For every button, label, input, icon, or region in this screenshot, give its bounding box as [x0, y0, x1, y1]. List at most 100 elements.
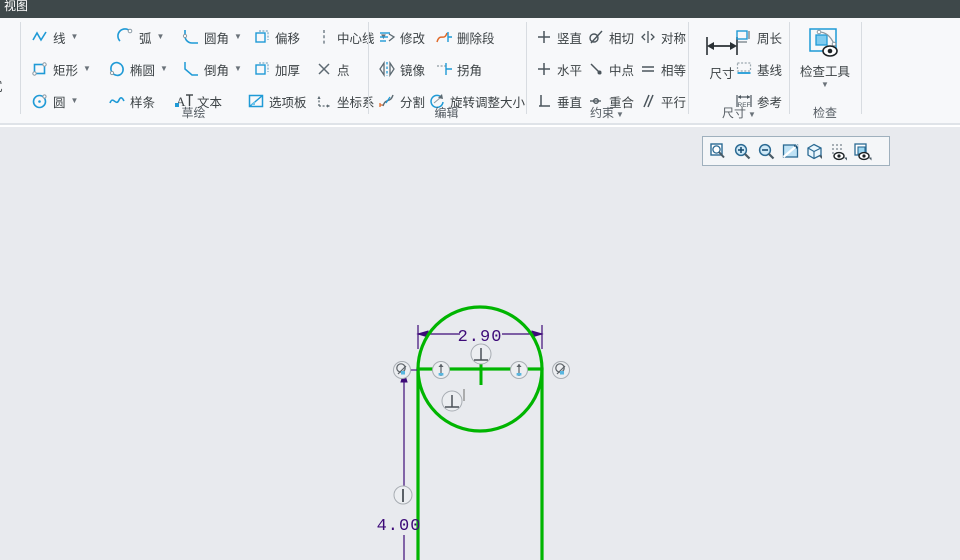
graphics-canvas[interactable]: 2.90 4.00 — [0, 127, 960, 560]
chevron-down-icon[interactable]: ▼ — [157, 27, 165, 47]
zoom-box-icon[interactable] — [706, 139, 730, 163]
constraint-midpoint-b — [510, 361, 528, 379]
tool-label: 偏移 — [275, 31, 301, 46]
width-dimension-text[interactable]: 2.90 — [458, 328, 503, 347]
height-dimension-text[interactable]: 4.00 — [377, 517, 422, 536]
tool-label: 水平 — [557, 63, 583, 78]
tool-label: 点 — [337, 63, 350, 78]
constraint-midpoint[interactable]: 中点 — [583, 56, 637, 82]
chevron-down-icon[interactable]: ▼ — [794, 80, 856, 90]
group-divider — [861, 22, 862, 114]
tool-perimeter[interactable]: 周长 — [731, 24, 785, 50]
horizontal-icon — [534, 59, 554, 79]
tool-line[interactable]: 线 ▼ — [27, 24, 81, 50]
ribbon-tab-view[interactable]: 视图 — [4, 0, 28, 15]
chevron-down-icon[interactable]: ▼ — [71, 27, 79, 47]
display-style-icon[interactable] — [802, 139, 826, 163]
tool-label: 修改 — [400, 31, 426, 46]
tool-baseline[interactable]: 基线 — [731, 56, 785, 82]
tool-label: 对称 — [661, 31, 687, 46]
tool-label: 基线 — [757, 63, 783, 78]
tool-label: 倒角 — [204, 63, 230, 78]
tool-label: 镜像 — [400, 63, 426, 78]
ribbon-group-constrain: 竖直 相切 对称 水平 中点 相等 垂直 重合 平行 约束 ▼ — [527, 18, 687, 123]
tool-label: 弧 — [139, 31, 152, 46]
tool-mirror[interactable]: 镜像 — [374, 56, 428, 82]
centerline-icon — [314, 27, 334, 47]
mirror-icon — [377, 59, 397, 79]
chevron-down-icon[interactable]: ▼ — [748, 110, 756, 119]
constraint-horizontal[interactable]: 水平 — [531, 56, 585, 82]
tool-label: 圆角 — [204, 31, 230, 46]
tool-label: 相等 — [661, 63, 687, 78]
tool-label: 周长 — [757, 31, 783, 46]
tool-label: 竖直 — [557, 31, 583, 46]
constraint-tangent-right — [552, 361, 570, 379]
offset-icon — [252, 27, 272, 47]
vertical-icon — [534, 27, 554, 47]
midpoint-icon — [586, 59, 606, 79]
group-label-sketch: 草绘 — [181, 106, 206, 120]
inspect-tool-icon — [794, 23, 856, 65]
ribbon-group-inspect: 检查工具 ▼ 检查 — [790, 18, 860, 123]
tangent-icon — [586, 27, 606, 47]
group-label-text: 尺寸 — [722, 106, 747, 120]
tool-point[interactable]: 点 — [311, 56, 353, 82]
chamfer-icon — [181, 59, 201, 79]
tool-offset[interactable]: 偏移 — [249, 24, 303, 50]
constraint-equal[interactable]: 相等 — [635, 56, 689, 82]
point-icon — [314, 59, 334, 79]
chevron-down-icon[interactable]: ▼ — [83, 59, 91, 79]
thicken-icon — [252, 59, 272, 79]
title-bar: 视图 — [0, 0, 960, 18]
chevron-down-icon[interactable]: ▼ — [234, 59, 242, 79]
tool-delete-segment[interactable]: 删除段 — [431, 24, 498, 50]
tool-ellipse[interactable]: 椭圆 ▼ — [104, 56, 171, 82]
tool-modify[interactable]: 修改 — [374, 24, 428, 50]
tool-label: 删除段 — [457, 31, 495, 46]
tool-label: 拐角 — [457, 63, 483, 78]
ribbon-group-dimension: 尺寸 周长 基线 REF 参考 尺寸 ▼ — [689, 18, 789, 123]
constraint-midpoint-a — [432, 361, 450, 379]
group-label-inspect: 检查 — [812, 106, 837, 120]
tool-rectangle[interactable]: 矩形 ▼ — [27, 56, 94, 82]
tool-thicken[interactable]: 加厚 — [249, 56, 303, 82]
annot-display-icon[interactable] — [850, 139, 874, 163]
fillet-icon — [181, 27, 201, 47]
constraint-tangent[interactable]: 相切 — [583, 24, 637, 50]
group-label-constrain: 约束 ▼ — [527, 104, 687, 121]
tool-label: 线 — [53, 31, 66, 46]
rectangle-icon — [30, 59, 50, 79]
chevron-down-icon[interactable]: ▼ — [234, 27, 242, 47]
delete-seg-icon — [434, 27, 454, 47]
baseline-icon — [734, 59, 754, 79]
ellipse-icon — [107, 59, 127, 79]
modify-icon — [377, 27, 397, 47]
ribbon-group-sketch: 线 ▼ 弧 ▼ 圆角 ▼ 偏移 中心线 矩形 ▼ 椭圆 ▼ 倒角 ▼ 加厚 点 … — [21, 18, 387, 123]
group-label-edit: 编辑 — [434, 106, 459, 120]
constraint-symmetric[interactable]: 对称 — [635, 24, 689, 50]
symmetric-icon — [638, 27, 658, 47]
tool-corner[interactable]: 拐角 — [431, 56, 485, 82]
chevron-down-icon[interactable]: ▼ — [616, 110, 624, 119]
polyline-icon — [30, 27, 50, 47]
tool-label: 中点 — [609, 63, 635, 78]
chevron-down-icon[interactable]: ▼ — [160, 59, 168, 79]
zoom-out-icon[interactable] — [754, 139, 778, 163]
application-window: 视图 ) 式 线 ▼ — [0, 0, 960, 560]
constraint-tangent-left — [393, 361, 417, 379]
constraint-vertical[interactable]: 竖直 — [531, 24, 585, 50]
refit-icon[interactable] — [778, 139, 802, 163]
ribbon-group-edit: 修改 删除段 镜像 拐角 分割 旋转调整大小 编辑 — [369, 18, 525, 123]
tool-label: 相切 — [609, 31, 635, 46]
datum-display-icon[interactable] — [826, 139, 850, 163]
tool-fillet[interactable]: 圆角 ▼ — [178, 24, 245, 50]
inspect-tool-button[interactable]: 检查工具 ▼ — [793, 22, 857, 91]
zoom-in-icon[interactable] — [730, 139, 754, 163]
perimeter-icon — [734, 27, 754, 47]
tool-chamfer[interactable]: 倒角 ▼ — [178, 56, 245, 82]
arc-icon — [116, 27, 136, 47]
ribbon: ) 式 线 ▼ 弧 ▼ — [0, 18, 960, 125]
constraint-perpendicular-top — [470, 343, 492, 365]
tool-arc[interactable]: 弧 ▼ — [113, 24, 167, 50]
